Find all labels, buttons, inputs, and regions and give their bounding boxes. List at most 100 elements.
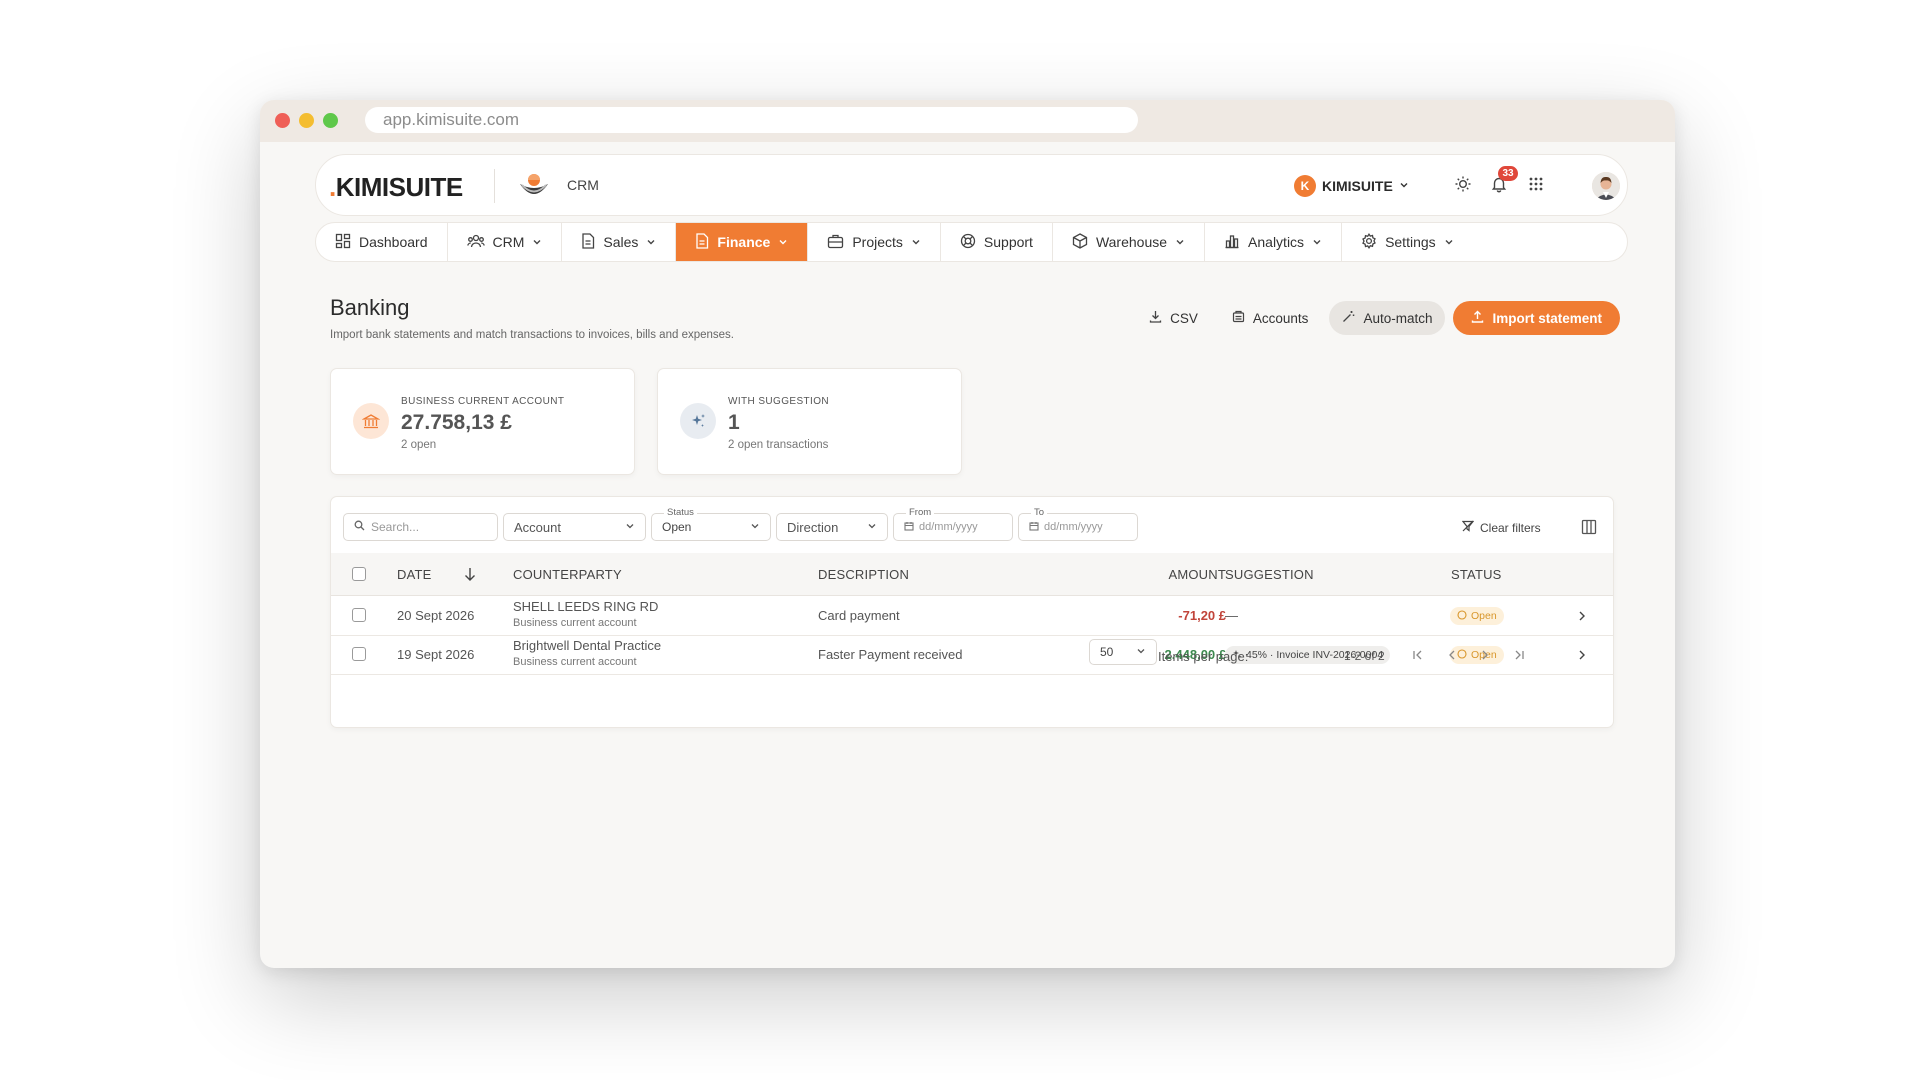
nav-label-dashboard: Dashboard	[359, 234, 428, 250]
bar-chart-icon	[1224, 233, 1240, 252]
to-date-input[interactable]: To dd/mm/yyyy	[1018, 507, 1138, 541]
bank-icon	[353, 403, 389, 439]
column-header-description[interactable]: DESCRIPTION	[818, 567, 909, 582]
auto-match-button[interactable]: Auto-match	[1329, 301, 1446, 335]
column-header-amount[interactable]: AMOUNT	[1131, 567, 1226, 582]
row-description: Faster Payment received	[818, 647, 963, 662]
row-description: Card payment	[818, 608, 900, 623]
logo-dot: .	[329, 172, 336, 202]
tenant-switcher[interactable]: K KIMISUITE	[1294, 175, 1409, 197]
row-checkbox[interactable]	[352, 647, 366, 661]
row-date: 20 Sept 2026	[397, 608, 475, 623]
crm-app-icon[interactable]	[516, 170, 552, 202]
row-account: Business current account	[513, 617, 637, 629]
account-select[interactable]: Account	[503, 513, 646, 541]
column-header-counterparty[interactable]: COUNTERPARTY	[513, 567, 622, 582]
nav-item-sales[interactable]: Sales	[562, 223, 677, 261]
maximize-window-button[interactable]	[323, 113, 338, 128]
page-title: Banking	[330, 295, 410, 320]
row-amount: -71,20 £	[1178, 608, 1226, 623]
from-date-input[interactable]: From dd/mm/yyyy	[893, 507, 1013, 541]
card-label: WITH SUGGESTION	[728, 396, 829, 407]
chevron-down-icon	[750, 520, 760, 534]
clear-filters-button[interactable]: Clear filters	[1461, 520, 1541, 535]
search-input[interactable]: Search...	[343, 513, 498, 541]
sort-descending-icon[interactable]	[464, 567, 476, 586]
kimisuite-logo[interactable]: .KIMISUITE	[329, 172, 463, 203]
chevron-down-icon	[1312, 234, 1322, 250]
nav-item-support[interactable]: Support	[941, 223, 1053, 261]
document-icon	[581, 232, 595, 252]
nav-label-crm: CRM	[492, 234, 525, 250]
column-header-date[interactable]: DATE	[397, 567, 432, 582]
accounts-label: Accounts	[1252, 310, 1309, 326]
table-row[interactable]: 20 Sept 2026 SHELL LEEDS RING RD Busines…	[331, 596, 1613, 636]
import-statement-button[interactable]: Import statement	[1453, 301, 1620, 335]
sun-icon	[1454, 175, 1472, 198]
notifications-button[interactable]: 33	[1485, 166, 1518, 200]
select-all-checkbox[interactable]	[352, 567, 366, 581]
status-select-value: Open	[662, 520, 692, 534]
chevron-down-icon	[1136, 645, 1146, 659]
clear-filters-label: Clear filters	[1480, 520, 1541, 535]
main-navigation: Dashboard CRM Sales Finance Projects Sup…	[315, 222, 1628, 262]
direction-select[interactable]: Direction	[776, 513, 888, 541]
box-icon	[1072, 232, 1088, 252]
nav-item-projects[interactable]: Projects	[808, 223, 941, 261]
grid-icon	[1528, 176, 1544, 197]
with-suggestion-card[interactable]: WITH SUGGESTION 1 2 open transactions	[657, 368, 962, 475]
logo-text: KIMISUITE	[335, 172, 463, 202]
chevron-down-icon	[778, 234, 788, 250]
user-avatar[interactable]	[1592, 172, 1620, 200]
card-subtext: 2 open	[401, 439, 437, 451]
csv-export-button[interactable]: CSV	[1136, 301, 1211, 335]
users-icon	[466, 233, 485, 252]
lifebuoy-icon	[960, 233, 976, 252]
address-bar[interactable]: app.kimisuite.com	[365, 107, 1138, 133]
close-window-button[interactable]	[275, 113, 290, 128]
row-counterparty: SHELL LEEDS RING RD	[513, 599, 659, 614]
theme-toggle-button[interactable]	[1449, 172, 1477, 200]
csv-label: CSV	[1170, 310, 1198, 326]
next-page-icon[interactable]	[1479, 648, 1491, 666]
nav-item-settings[interactable]: Settings	[1342, 223, 1473, 261]
accounts-button[interactable]: Accounts	[1219, 301, 1322, 335]
apps-menu-button[interactable]	[1522, 172, 1550, 200]
nav-item-analytics[interactable]: Analytics	[1205, 223, 1343, 261]
last-page-icon[interactable]	[1513, 648, 1525, 666]
column-header-status[interactable]: STATUS	[1451, 567, 1502, 582]
from-date-placeholder: dd/mm/yyyy	[919, 521, 978, 533]
document-icon	[695, 232, 709, 252]
chevron-right-icon[interactable]	[1577, 609, 1587, 627]
dashboard-icon	[335, 233, 351, 252]
nav-item-finance[interactable]: Finance	[676, 223, 809, 261]
search-placeholder: Search...	[371, 520, 420, 534]
items-per-page-select[interactable]: 50	[1089, 639, 1157, 665]
clock-icon	[1457, 609, 1467, 623]
transactions-table: Search... Account Status Open Direction …	[330, 496, 1614, 728]
download-icon	[1149, 310, 1162, 326]
status-select[interactable]: Status Open	[651, 507, 771, 541]
nav-item-dashboard[interactable]: Dashboard	[316, 223, 448, 261]
account-select-value: Account	[514, 519, 561, 535]
chevron-down-icon	[1399, 177, 1409, 195]
notification-count-badge: 33	[1498, 166, 1518, 181]
nav-item-crm[interactable]: CRM	[448, 223, 563, 261]
direction-select-value: Direction	[787, 519, 839, 535]
chevron-down-icon	[1444, 234, 1454, 250]
chevron-right-icon[interactable]	[1577, 648, 1587, 666]
columns-toggle-button[interactable]	[1581, 519, 1597, 540]
column-header-suggestion[interactable]: SUGGESTION	[1225, 567, 1314, 582]
row-checkbox[interactable]	[352, 608, 366, 622]
minimize-window-button[interactable]	[299, 113, 314, 128]
chevron-down-icon	[532, 234, 542, 250]
first-page-icon[interactable]	[1412, 648, 1424, 666]
previous-page-icon[interactable]	[1446, 648, 1458, 666]
chevron-down-icon	[646, 234, 656, 250]
to-date-placeholder: dd/mm/yyyy	[1044, 521, 1103, 533]
clock-icon	[1457, 648, 1467, 662]
to-date-label: To	[1031, 507, 1048, 519]
tenant-avatar: K	[1294, 175, 1316, 197]
business-account-card[interactable]: BUSINESS CURRENT ACCOUNT 27.758,13 £ 2 o…	[330, 368, 635, 475]
nav-item-warehouse[interactable]: Warehouse	[1053, 223, 1206, 261]
